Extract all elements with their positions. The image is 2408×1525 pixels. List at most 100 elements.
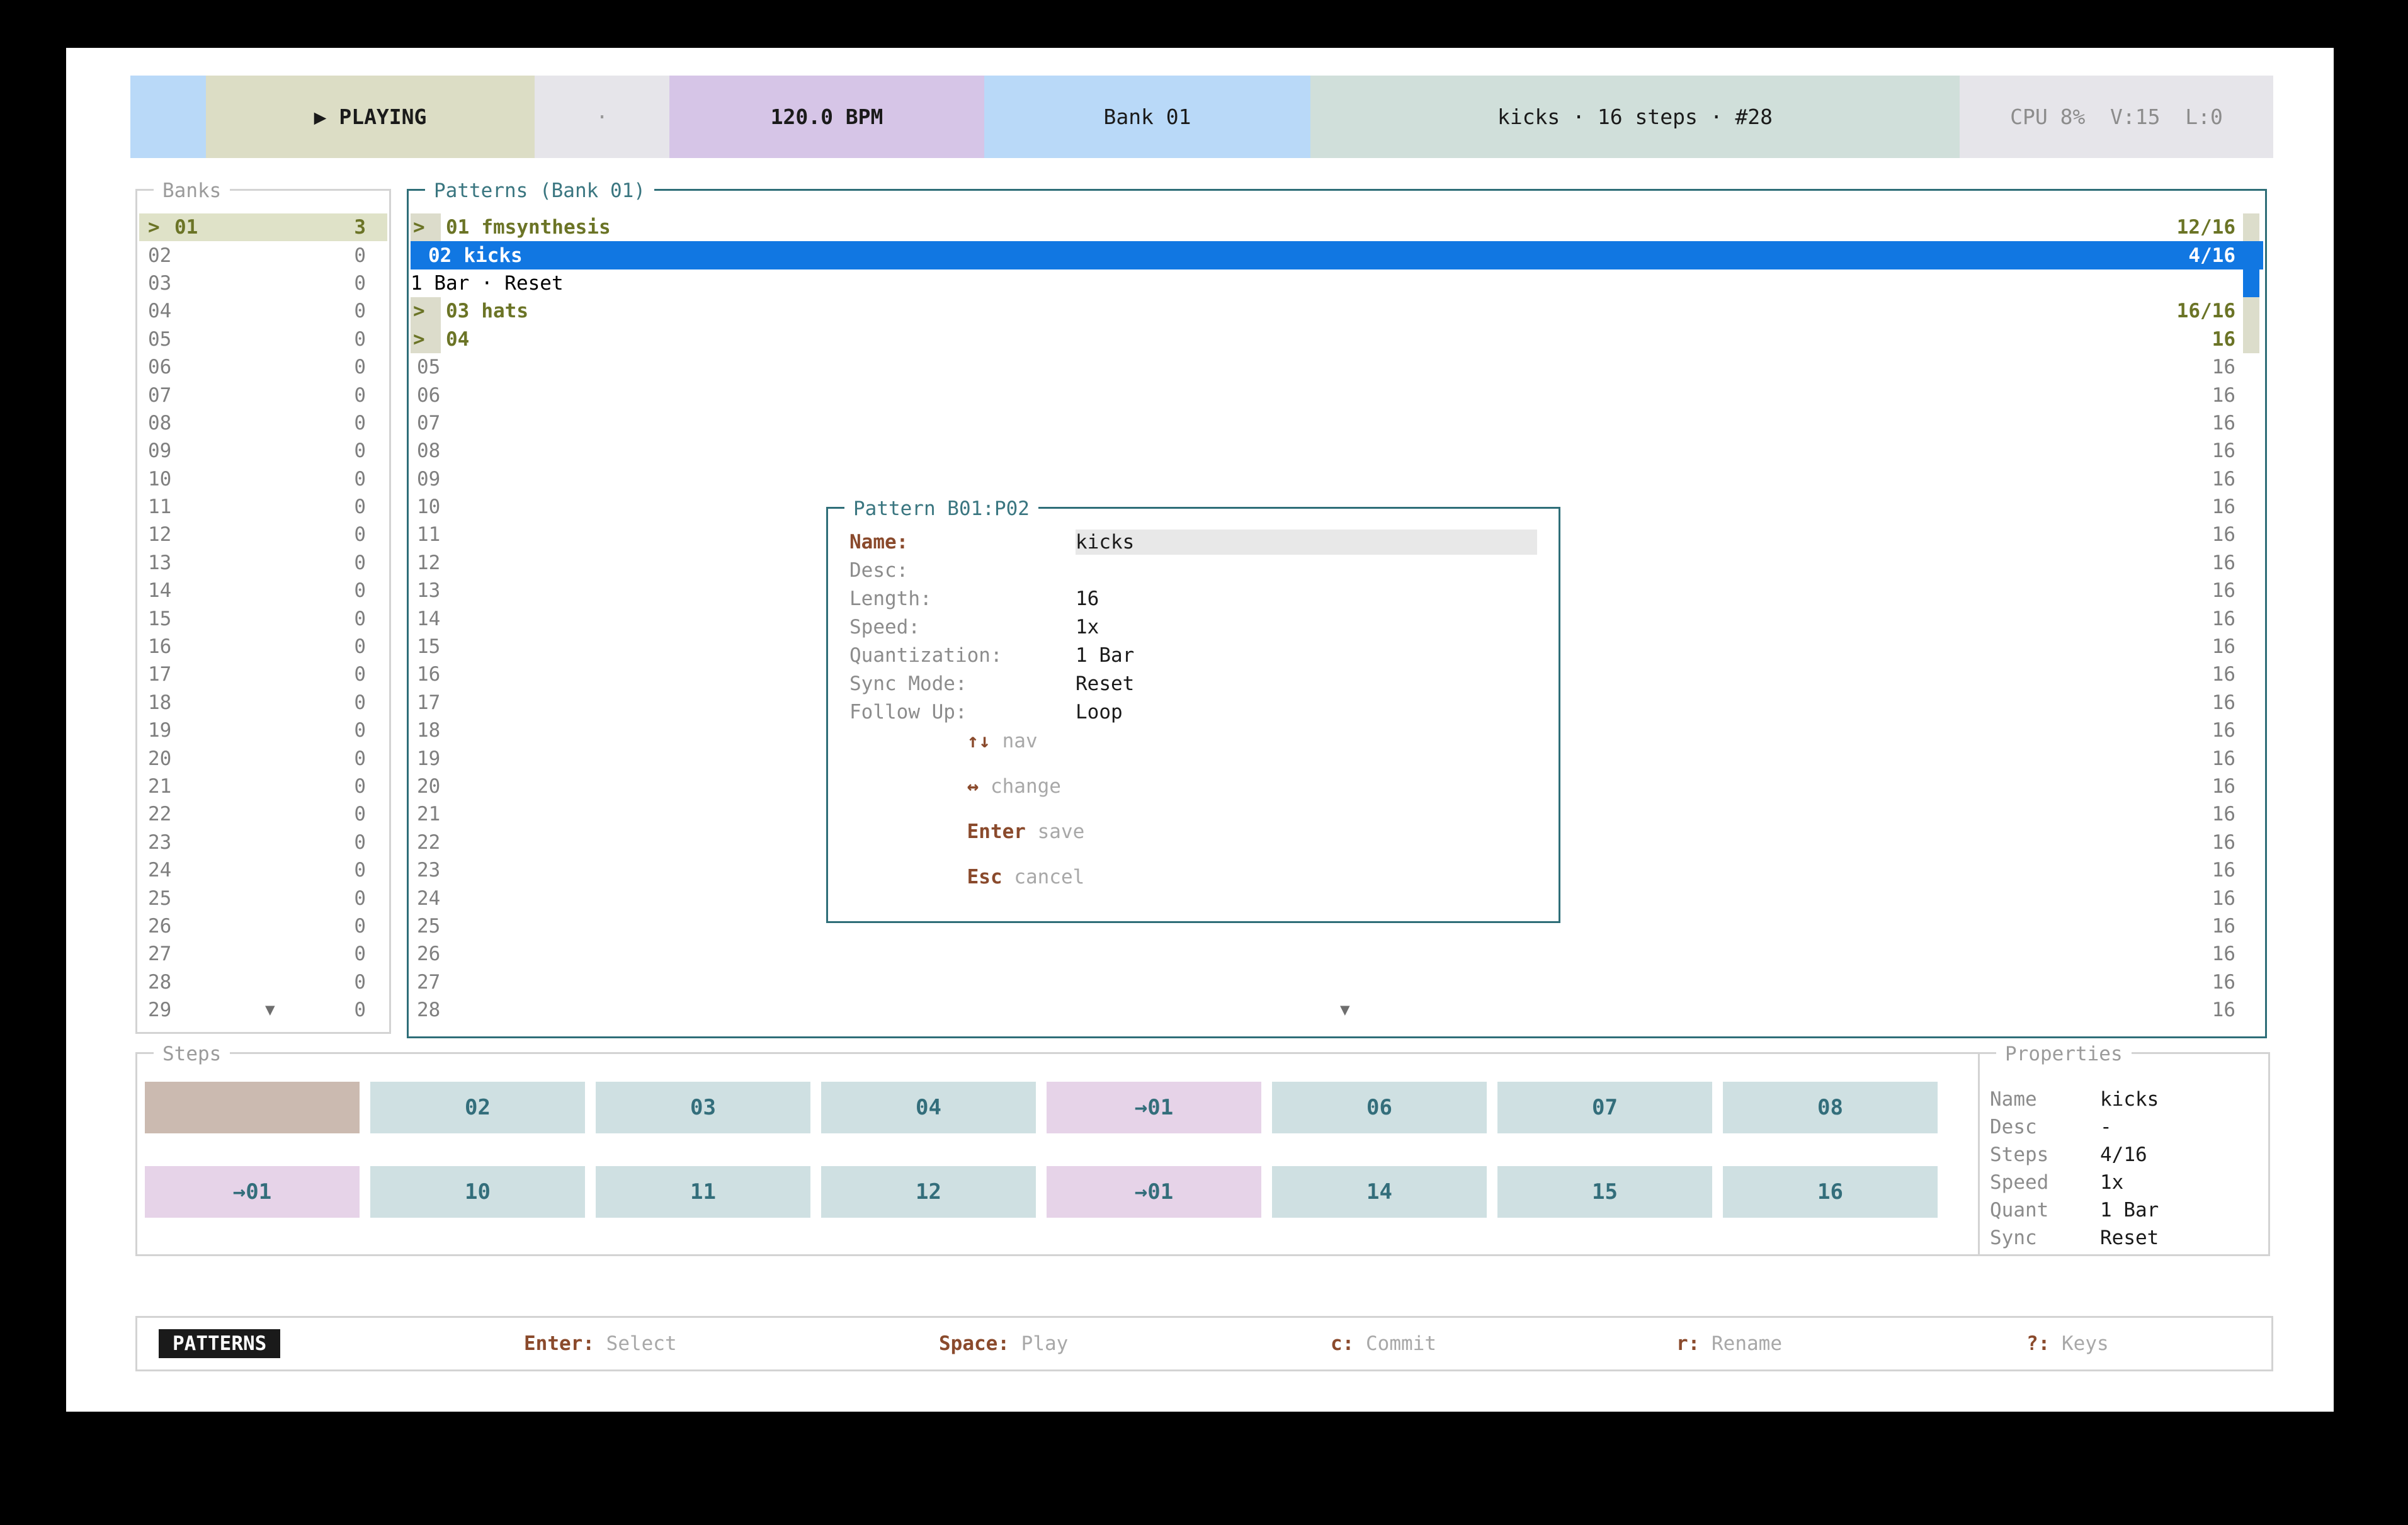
pattern-row[interactable]: > 03 hats 16/16: [411, 297, 2263, 325]
bank-row[interactable]: 07 0: [139, 381, 387, 409]
property-label: Name: [1990, 1088, 2100, 1111]
bank-row[interactable]: 27 0: [139, 940, 387, 968]
bank-row[interactable]: 09 0: [139, 437, 387, 465]
banks-list: > 01 3 02 0 03: [139, 213, 387, 1024]
bank-row[interactable]: 25 0: [139, 884, 387, 912]
pattern-number: 01: [446, 216, 469, 239]
bank-display[interactable]: Bank 01: [984, 76, 1310, 158]
bank-row[interactable]: 14 0: [139, 577, 387, 604]
pattern-steps-count: 16: [2212, 691, 2263, 714]
bank-row[interactable]: 17 0: [139, 660, 387, 688]
hint-key: Esc: [967, 866, 1002, 888]
bank-pattern-count: 0: [354, 747, 387, 770]
scroll-more-down-icon: ▼: [1340, 1001, 1350, 1019]
bank-row[interactable]: 20 0: [139, 744, 387, 772]
step-cell[interactable]: →01: [1047, 1082, 1261, 1133]
bank-row[interactable]: > 01 3: [139, 213, 387, 241]
step-cell[interactable]: 08: [1723, 1082, 1938, 1133]
pattern-row[interactable]: 02 kicks 4/16: [411, 241, 2263, 269]
field-value-input[interactable]: 1x: [1076, 615, 1537, 640]
pattern-row[interactable]: 28 ▼ 16: [411, 996, 2263, 1024]
pattern-row[interactable]: 09 16: [411, 465, 2263, 493]
top-status-bar: ▶ PLAYING · 120.0 BPM Bank 01 kicks · 16…: [130, 76, 2273, 158]
bank-row[interactable]: 11 0: [139, 493, 387, 521]
field-value-input[interactable]: Loop: [1076, 700, 1537, 725]
step-cell[interactable]: →01: [1047, 1166, 1261, 1218]
pattern-steps-count: 16: [2212, 915, 2263, 938]
bank-row[interactable]: 22 0: [139, 800, 387, 828]
properties-rows: Name kicks Desc - Steps 4/16 Speed: [1990, 1086, 2262, 1252]
bank-row[interactable]: 21 0: [139, 773, 387, 800]
bank-row[interactable]: 04 0: [139, 297, 387, 325]
patterns-scrollbar[interactable]: [2243, 213, 2259, 353]
pattern-row[interactable]: 08 16: [411, 437, 2263, 465]
modal-field-row[interactable]: Speed: 1x: [849, 613, 1537, 641]
step-label: →01: [1135, 1095, 1173, 1120]
pattern-row[interactable]: 06 16: [411, 381, 2263, 409]
bank-row[interactable]: 02 0: [139, 241, 387, 269]
bank-row[interactable]: 24 0: [139, 856, 387, 884]
modal-field-row[interactable]: Length: 16: [849, 584, 1537, 613]
step-cell[interactable]: 15: [1497, 1166, 1712, 1218]
bank-row[interactable]: 12 0: [139, 521, 387, 548]
field-value-input[interactable]: 1 Bar: [1076, 643, 1537, 668]
modal-field-row[interactable]: Name: kicks: [849, 528, 1537, 556]
bank-row[interactable]: 06 0: [139, 353, 387, 381]
step-cell[interactable]: 11: [596, 1166, 810, 1218]
step-cell[interactable]: 04: [821, 1082, 1036, 1133]
modal-field-row[interactable]: Desc:: [849, 556, 1537, 584]
steps-panel-title: Steps: [154, 1040, 230, 1068]
step-label: 08: [1817, 1095, 1843, 1120]
key-hint: Enter: Select: [524, 1332, 677, 1355]
key-hint: ?: Keys: [2026, 1332, 2109, 1355]
step-cell[interactable]: 03: [596, 1082, 810, 1133]
bank-row[interactable]: 03 0: [139, 269, 387, 297]
step-cell[interactable]: 06: [1272, 1082, 1487, 1133]
now-playing-display: kicks · 16 steps · #28: [1310, 76, 1960, 158]
bank-row[interactable]: 26 0: [139, 912, 387, 940]
bank-row[interactable]: 29 ▼ 0: [139, 996, 387, 1024]
pattern-row[interactable]: > 04 16: [411, 326, 2263, 353]
bank-row[interactable]: 10 0: [139, 465, 387, 493]
bank-row[interactable]: 18 0: [139, 689, 387, 717]
pattern-number: 09: [417, 468, 440, 490]
bank-row[interactable]: 05 0: [139, 326, 387, 353]
pattern-number: 23: [417, 859, 440, 882]
pattern-row[interactable]: 27 16: [411, 968, 2263, 996]
transport-status[interactable]: ▶ PLAYING: [206, 76, 535, 158]
bank-row[interactable]: 08 0: [139, 409, 387, 437]
bank-row[interactable]: 28 0: [139, 968, 387, 996]
pattern-row[interactable]: 05 16: [411, 353, 2263, 381]
step-cell[interactable]: 02: [370, 1082, 585, 1133]
pattern-row[interactable]: > 01 fmsynthesis 12/16: [411, 213, 2263, 241]
bank-number: 04: [148, 300, 171, 322]
bank-row[interactable]: 23 0: [139, 829, 387, 856]
field-value-input[interactable]: kicks: [1076, 530, 1537, 555]
bank-row[interactable]: 13 0: [139, 549, 387, 577]
field-value-input[interactable]: Reset: [1076, 671, 1537, 696]
pattern-steps-count: 16: [2212, 496, 2263, 518]
pattern-row[interactable]: 1 Bar · Reset: [411, 269, 2263, 297]
pattern-row[interactable]: 26 16: [411, 940, 2263, 968]
step-cell[interactable]: 14: [1272, 1166, 1487, 1218]
bank-number: 12: [148, 523, 171, 546]
step-cell[interactable]: 16: [1723, 1166, 1938, 1218]
bank-row[interactable]: 16 0: [139, 633, 387, 660]
field-value-input[interactable]: 16: [1076, 586, 1537, 611]
step-cell[interactable]: 10: [370, 1166, 585, 1218]
step-cell[interactable]: [145, 1082, 360, 1133]
bank-number: 05: [148, 328, 171, 351]
bank-row[interactable]: 15 0: [139, 604, 387, 632]
pattern-steps-count: 16: [2212, 747, 2263, 770]
bank-row[interactable]: 19 0: [139, 717, 387, 744]
step-cell[interactable]: →01: [145, 1166, 360, 1218]
bpm-display[interactable]: 120.0 BPM: [669, 76, 984, 158]
bank-pattern-count: 0: [354, 831, 387, 854]
property-label: Desc: [1990, 1116, 2100, 1138]
pattern-row[interactable]: 07 16: [411, 409, 2263, 437]
field-value-input[interactable]: [1076, 558, 1537, 583]
step-cell[interactable]: 12: [821, 1166, 1036, 1218]
bank-number: 29: [148, 999, 171, 1021]
field-label: Desc:: [849, 559, 1076, 582]
step-cell[interactable]: 07: [1497, 1082, 1712, 1133]
